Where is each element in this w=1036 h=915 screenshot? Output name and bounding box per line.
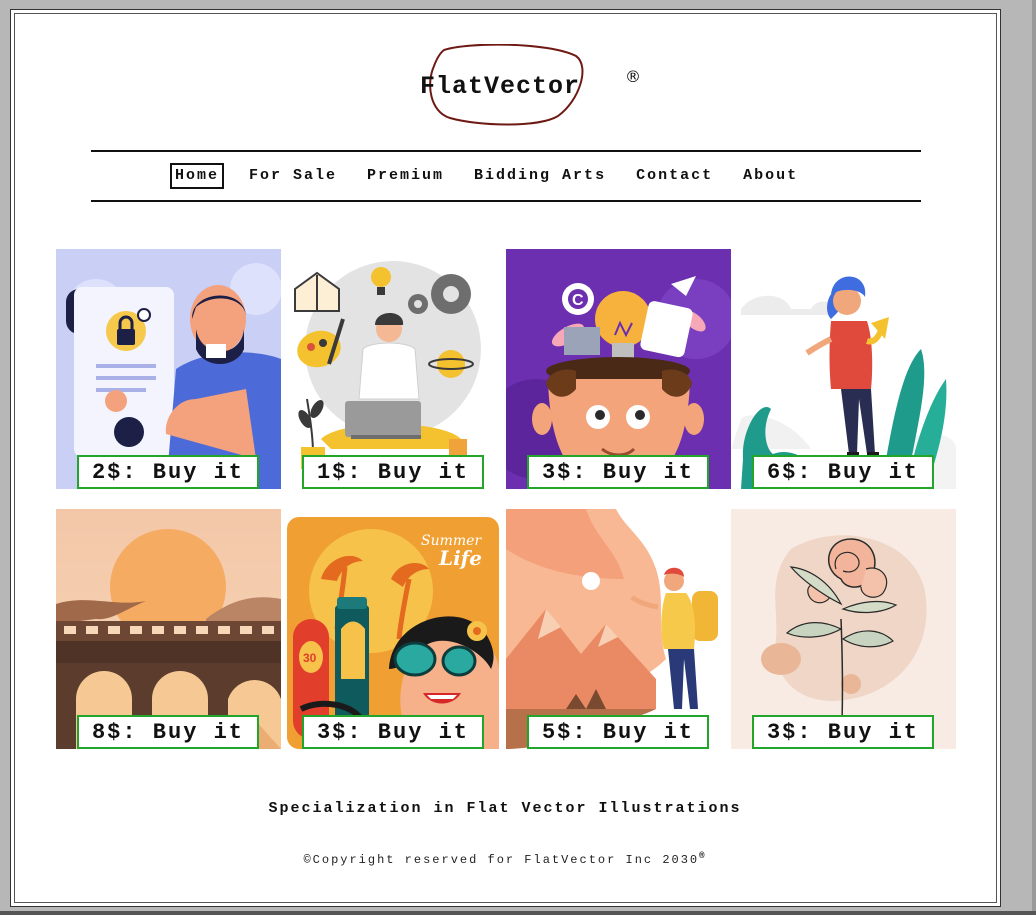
- security-document-man-icon[interactable]: [56, 249, 281, 489]
- nav-item-for-sale[interactable]: For Sale: [244, 163, 342, 189]
- registered-mark: ®: [625, 67, 641, 86]
- buy-button[interactable]: 3$: Buy it: [302, 715, 484, 749]
- product-card: Summer Life 30 3$: Buy it: [281, 509, 506, 749]
- creative-mind-lightbulb-icon[interactable]: C: [506, 249, 731, 489]
- buy-button[interactable]: 6$: Buy it: [752, 455, 934, 489]
- line-art-rose-icon[interactable]: [731, 509, 956, 749]
- window-edge-right: [1032, 0, 1036, 915]
- traveler-mountains-icon[interactable]: [506, 509, 731, 749]
- nav-item-contact[interactable]: Contact: [631, 163, 718, 189]
- nav-divider-bottom: [91, 200, 921, 202]
- product-card: 8$: Buy it: [56, 509, 281, 749]
- svg-text:C: C: [572, 292, 584, 309]
- woman-walking-plants-icon[interactable]: [731, 249, 956, 489]
- product-card: 6$: Buy it: [731, 249, 956, 489]
- main-nav: Home For Sale Premium Bidding Arts Conta…: [170, 163, 823, 189]
- buy-button[interactable]: 8$: Buy it: [77, 715, 259, 749]
- brand-logo[interactable]: FlatVector: [420, 72, 580, 101]
- meditating-freelancer-laptop-icon[interactable]: [281, 249, 506, 489]
- buy-button[interactable]: 1$: Buy it: [302, 455, 484, 489]
- nav-item-premium[interactable]: Premium: [362, 163, 449, 189]
- nav-item-bidding-arts[interactable]: Bidding Arts: [469, 163, 611, 189]
- product-card: 2$: Buy it: [56, 249, 281, 489]
- copyright-registered-mark: ®: [699, 851, 707, 861]
- nav-divider-top: [91, 150, 921, 152]
- buy-button[interactable]: 5$: Buy it: [527, 715, 709, 749]
- footer-copyright: ©Copyright reserved for FlatVector Inc 2…: [0, 851, 1010, 867]
- buy-button[interactable]: 2$: Buy it: [77, 455, 259, 489]
- product-card: 1$: Buy it: [281, 249, 506, 489]
- nav-item-home[interactable]: Home: [170, 163, 225, 189]
- product-card: C 3$: Buy it: [506, 249, 731, 489]
- sunset-train-bridge-icon[interactable]: [56, 509, 281, 749]
- window-edge-bottom: [0, 911, 1036, 915]
- svg-text:Life: Life: [438, 546, 482, 570]
- product-gallery: 2$: Buy it 1$: Buy it C 3$: Buy it 6$: B…: [56, 249, 956, 749]
- copyright-text: ©Copyright reserved for FlatVector Inc 2…: [303, 853, 700, 867]
- product-card: 3$: Buy it: [731, 509, 956, 749]
- buy-button[interactable]: 3$: Buy it: [527, 455, 709, 489]
- product-card: 5$: Buy it: [506, 509, 731, 749]
- nav-item-about[interactable]: About: [738, 163, 803, 189]
- footer-tagline: Specialization in Flat Vector Illustrati…: [268, 800, 742, 817]
- summer-life-beach-icon[interactable]: Summer Life 30: [281, 509, 506, 749]
- buy-button[interactable]: 3$: Buy it: [752, 715, 934, 749]
- svg-text:30: 30: [303, 651, 317, 665]
